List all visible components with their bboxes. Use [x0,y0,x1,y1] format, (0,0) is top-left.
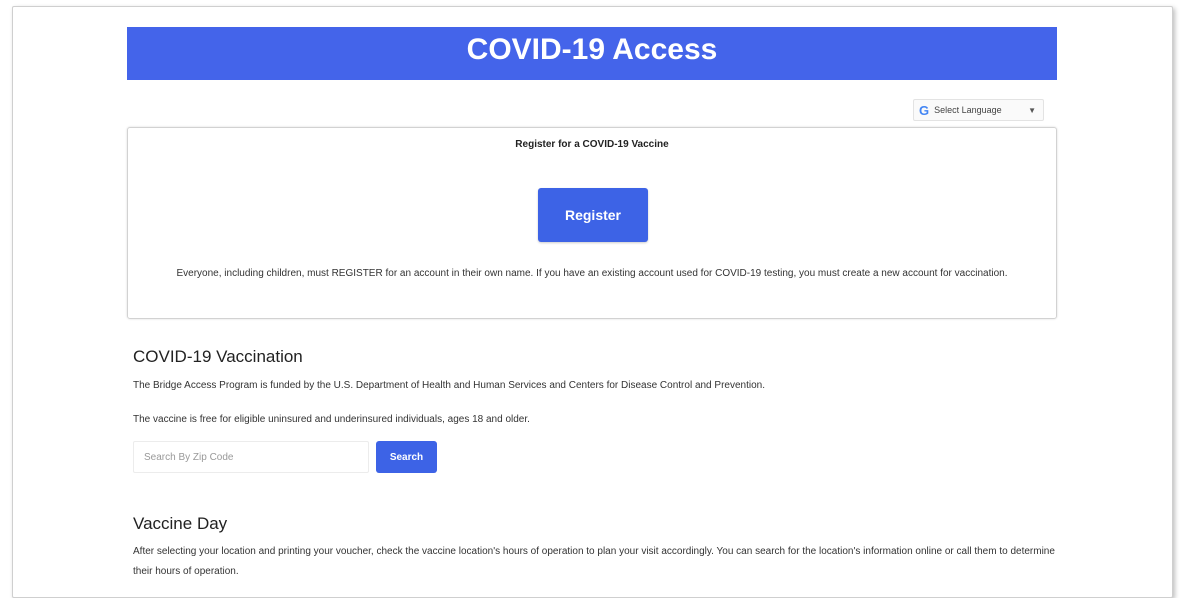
search-button[interactable]: Search [376,441,437,473]
register-button[interactable]: Register [538,188,648,242]
page-frame: COVID-19 Access G Select Language ▼ Regi… [12,6,1173,598]
language-select-label: Select Language [934,105,1002,115]
site-header: COVID-19 Access [127,27,1057,80]
language-select[interactable]: G Select Language ▼ [913,99,1044,121]
vaccination-heading: COVID-19 Vaccination [133,347,303,366]
vaccination-eligibility-text: The vaccine is free for eligible uninsur… [133,414,530,425]
vaccination-funding-text: The Bridge Access Program is funded by t… [133,380,765,391]
chevron-down-icon: ▼ [1028,105,1036,115]
register-card: Register for a COVID-19 Vaccine Register… [127,127,1057,319]
vaccine-day-heading: Vaccine Day [133,514,228,533]
register-heading: Register for a COVID-19 Vaccine [515,139,669,150]
register-note: Everyone, including children, must REGIS… [176,268,1008,279]
site-title: COVID-19 Access [466,32,718,66]
google-g-icon: G [919,102,930,118]
zip-code-search-input[interactable] [133,441,369,473]
vaccine-day-text: After selecting your location and printi… [133,546,1055,577]
